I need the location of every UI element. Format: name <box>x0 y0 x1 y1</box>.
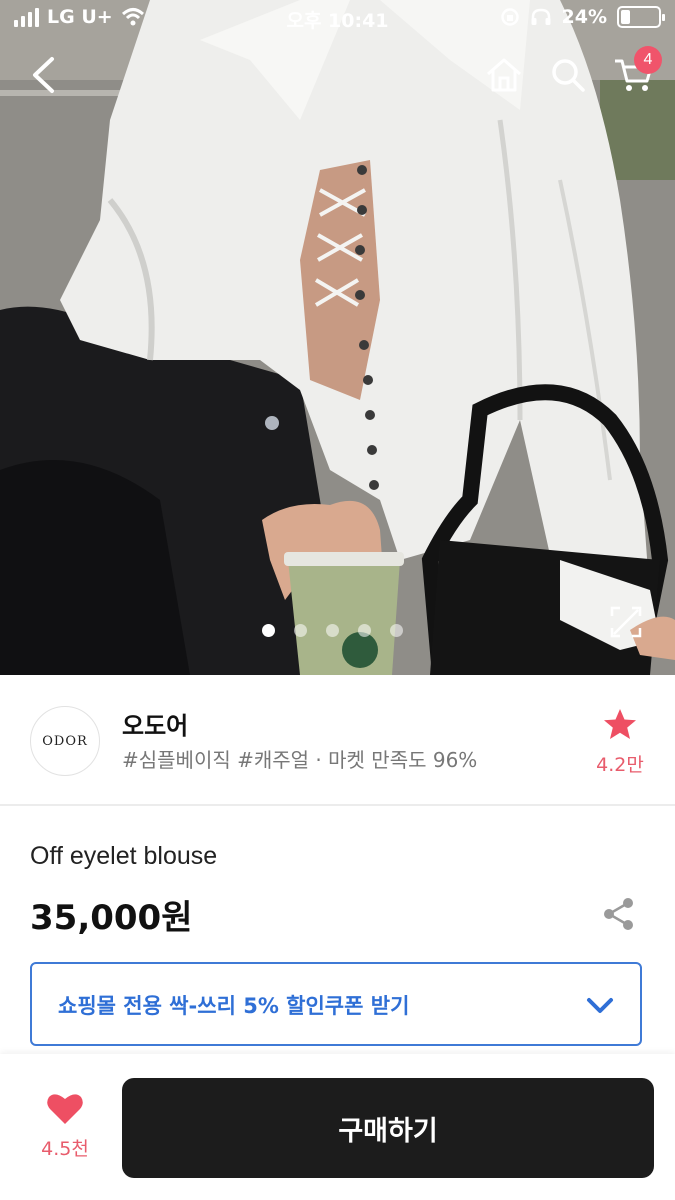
bottom-action-bar: 4.5천 구매하기 <box>0 1054 675 1200</box>
product-detail-page: LG U+ 오후 10:41 24% 4 ODOR 오도어 #심플베이직 #캐주… <box>0 0 675 1200</box>
cart-count-badge: 4 <box>634 46 662 74</box>
store-name[interactable]: 오도어 <box>122 706 188 741</box>
share-button[interactable] <box>600 896 638 932</box>
store-favorite-count: 4.2만 <box>596 754 644 776</box>
headphones-icon <box>531 8 551 25</box>
store-favorite-button[interactable]: 4.2만 <box>586 708 654 777</box>
carousel-dot[interactable] <box>326 624 339 637</box>
coupon-download-button[interactable]: 쇼핑몰 전용 싹-쓰리 5% 할인쿠폰 받기 <box>30 962 642 1046</box>
home-button[interactable] <box>480 52 528 98</box>
carousel-dot[interactable] <box>262 624 275 637</box>
search-button[interactable] <box>544 52 592 98</box>
share-icon <box>604 898 633 930</box>
carousel-dot[interactable] <box>294 624 307 637</box>
coupon-label: 쇼핑몰 전용 싹-쓰리 5% 할인쿠폰 받기 <box>58 994 410 1018</box>
home-icon <box>487 58 521 92</box>
status-bar: LG U+ 오후 10:41 24% <box>0 0 675 38</box>
back-button[interactable] <box>20 52 66 98</box>
product-price: 35,000원 <box>30 898 193 938</box>
store-tags: #심플베이직 #캐주얼 · 마켓 만족도 96% <box>122 748 478 772</box>
fullscreen-button[interactable] <box>608 604 644 640</box>
product-photo <box>0 0 675 675</box>
product-image-carousel[interactable]: LG U+ 오후 10:41 24% 4 <box>0 0 675 675</box>
like-button[interactable]: 4.5천 <box>30 1092 100 1162</box>
store-info-row[interactable]: ODOR 오도어 #심플베이직 #캐주얼 · 마켓 만족도 96% 4.2만 <box>0 676 675 806</box>
expand-icon <box>610 606 642 638</box>
like-count: 4.5천 <box>41 1138 89 1160</box>
star-icon <box>604 709 636 739</box>
carousel-dot[interactable] <box>390 624 403 637</box>
buy-button[interactable]: 구매하기 <box>122 1078 654 1178</box>
product-title: Off eyelet blouse <box>30 842 218 870</box>
chevron-down-icon <box>587 998 613 1013</box>
battery-fill <box>621 10 630 24</box>
search-icon <box>552 59 585 92</box>
battery-percent: 24% <box>561 6 607 28</box>
carousel-dot[interactable] <box>358 624 371 637</box>
carousel-indicator <box>262 624 403 637</box>
heart-icon <box>47 1094 83 1124</box>
status-right: 24% <box>500 6 665 28</box>
battery-icon <box>617 6 665 28</box>
store-logo[interactable]: ODOR <box>30 706 100 776</box>
orientation-lock-icon <box>500 8 519 26</box>
back-icon <box>33 57 54 93</box>
